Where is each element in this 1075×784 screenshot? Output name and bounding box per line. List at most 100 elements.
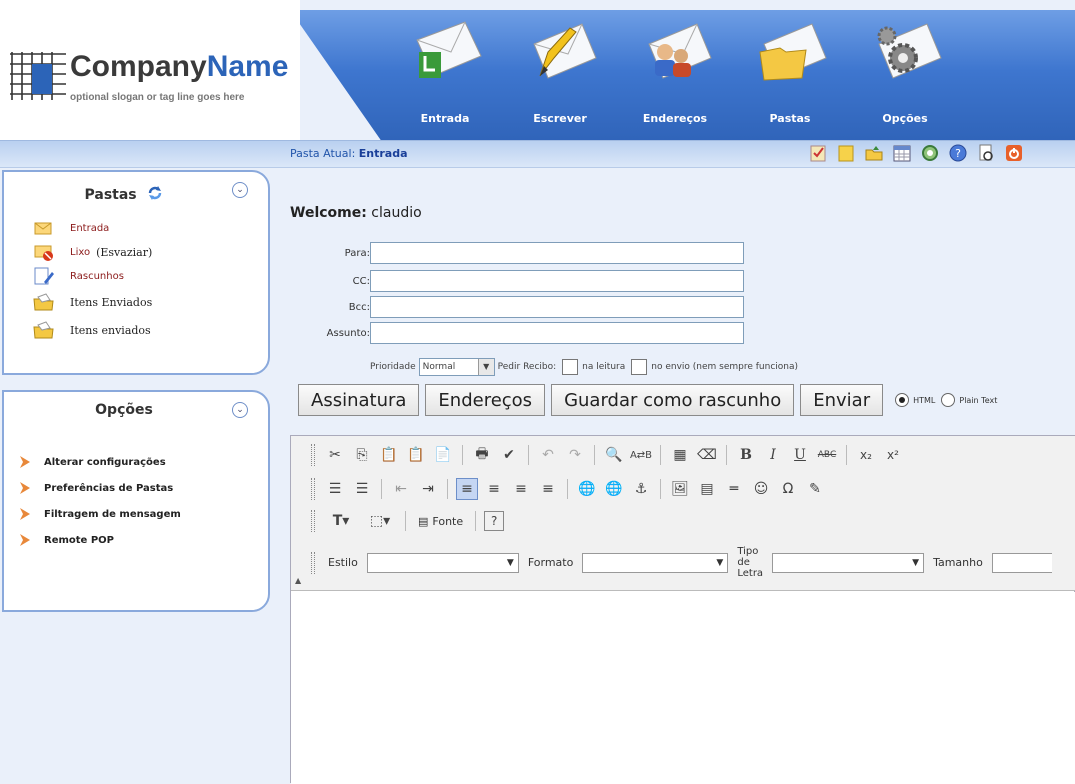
toolbar-separator <box>660 445 661 465</box>
spellcheck-icon[interactable]: ✔ <box>498 444 520 466</box>
page-break-icon[interactable]: ✎ <box>804 478 826 500</box>
toolbar-collapse-icon[interactable]: ▲ <box>295 576 301 585</box>
style-combo[interactable]: ▼ <box>366 552 519 573</box>
about-icon[interactable]: ? <box>484 511 505 531</box>
format-plain-radio[interactable] <box>941 393 956 407</box>
option-alterar-configuracoes[interactable]: Alterar configurações <box>20 456 166 468</box>
bold-icon[interactable]: B <box>735 444 757 466</box>
priority-select[interactable]: Normal ▼ <box>418 358 495 376</box>
folder-item-lixo[interactable]: Lixo (Esvaziar) <box>32 242 152 262</box>
font-combo[interactable]: ▼ <box>772 552 925 573</box>
anchor-icon[interactable]: ⚓ <box>630 478 652 500</box>
format-combo[interactable]: ▼ <box>582 552 729 573</box>
addresses-button[interactable]: Endereços <box>425 384 546 416</box>
subscript-icon[interactable]: x₂ <box>855 444 877 466</box>
help-icon[interactable]: ? <box>948 143 968 163</box>
folders-collapse-icon[interactable]: ⌄ <box>232 182 248 198</box>
empty-trash-link[interactable]: (Esvaziar) <box>96 246 152 259</box>
search-icon[interactable] <box>920 143 940 163</box>
option-remote-pop[interactable]: Remote POP <box>20 534 114 546</box>
image-icon[interactable]: 🖼 <box>669 478 691 500</box>
to-field[interactable] <box>370 242 744 264</box>
strikethrough-icon[interactable]: ABC <box>816 444 838 466</box>
signature-button[interactable]: Assinatura <box>298 384 420 416</box>
source-button[interactable]: ▤ Fonte <box>414 515 467 528</box>
receipt-send-checkbox[interactable] <box>631 359 648 375</box>
background-color-icon[interactable]: ⬚▾ <box>363 510 397 532</box>
select-all-icon[interactable]: ▦ <box>669 444 691 466</box>
table-icon[interactable]: ▤ <box>696 478 718 500</box>
bcc-field[interactable] <box>370 296 744 318</box>
refresh-icon[interactable] <box>146 184 164 202</box>
folder-label-lixo[interactable]: Lixo <box>70 247 90 258</box>
editor-body[interactable] <box>291 592 1075 784</box>
redo-icon[interactable]: ↷ <box>564 444 586 466</box>
logout-icon[interactable] <box>1004 143 1024 163</box>
cut-icon[interactable]: ✂ <box>324 444 346 466</box>
toolbar-grip[interactable] <box>311 551 315 574</box>
toolbar-grip[interactable] <box>311 444 315 466</box>
folder-label-itens-enviados[interactable]: Itens Enviados <box>70 296 152 309</box>
italic-icon[interactable]: I <box>762 444 784 466</box>
options-collapse-icon[interactable]: ⌄ <box>232 402 248 418</box>
nav-pastas[interactable]: Pastas <box>745 18 835 125</box>
send-button[interactable]: Enviar <box>800 384 884 416</box>
nav-escrever[interactable]: Escrever <box>515 18 605 125</box>
save-draft-button[interactable]: Guardar como rascunho <box>551 384 795 416</box>
link-icon[interactable]: 🌐 <box>576 478 598 500</box>
chevron-down-icon: ▼ <box>506 557 514 568</box>
folder-up-icon[interactable] <box>864 143 884 163</box>
underline-icon[interactable]: U <box>789 444 811 466</box>
option-preferencias-pastas[interactable]: Preferências de Pastas <box>20 482 173 494</box>
toolbar-grip[interactable] <box>311 478 315 500</box>
align-justify-icon[interactable]: ≡ <box>537 478 559 500</box>
receipt-read-checkbox[interactable] <box>562 359 579 375</box>
align-center-icon[interactable]: ≡ <box>483 478 505 500</box>
folder-label-rascunhos[interactable]: Rascunhos <box>70 271 124 282</box>
unlink-icon[interactable]: 🌐 <box>603 478 625 500</box>
undo-icon[interactable]: ↶ <box>537 444 559 466</box>
find-icon[interactable]: 🔍 <box>603 444 625 466</box>
cc-field[interactable] <box>370 270 744 292</box>
superscript-icon[interactable]: x² <box>882 444 904 466</box>
print-preview-icon[interactable] <box>976 143 996 163</box>
nav-enderecos[interactable]: Endereços <box>630 18 720 125</box>
folder-label-itens-enviados-2[interactable]: Itens enviados <box>70 324 151 337</box>
numbered-list-icon[interactable]: ☰ <box>324 478 346 500</box>
arrow-bullet-icon <box>20 534 30 546</box>
smiley-icon[interactable]: ☺ <box>750 478 772 500</box>
bulleted-list-icon[interactable]: ☰ <box>351 478 373 500</box>
folder-label-entrada[interactable]: Entrada <box>70 223 109 234</box>
align-left-icon[interactable]: ≡ <box>456 478 478 500</box>
notes-icon[interactable] <box>836 143 856 163</box>
paste-word-icon[interactable]: 📄 <box>432 444 454 466</box>
print-icon[interactable]: 🖶 <box>471 444 493 466</box>
indent-icon[interactable]: ⇥ <box>417 478 439 500</box>
special-char-icon[interactable]: Ω <box>777 478 799 500</box>
subject-field[interactable] <box>370 322 744 344</box>
paste-icon[interactable]: 📋 <box>378 444 400 466</box>
remove-format-icon[interactable]: ⌫ <box>696 444 718 466</box>
folder-item-itens-enviados[interactable]: Itens Enviados <box>32 292 152 312</box>
calendar-icon[interactable] <box>892 143 912 163</box>
folder-item-itens-enviados-2[interactable]: Itens enviados <box>32 320 151 340</box>
copy-icon[interactable]: ⎘ <box>351 444 373 466</box>
nav-opcoes[interactable]: Opções <box>860 18 950 125</box>
folder-item-entrada[interactable]: Entrada <box>32 218 109 238</box>
folders-envelope-icon <box>759 23 827 81</box>
align-right-icon[interactable]: ≡ <box>510 478 532 500</box>
options-title: Opções <box>95 402 153 418</box>
horizontal-rule-icon[interactable]: ═ <box>723 478 745 500</box>
format-html-radio[interactable] <box>895 393 910 407</box>
paste-text-icon[interactable]: 📋 <box>405 444 427 466</box>
outdent-icon[interactable]: ⇤ <box>390 478 412 500</box>
option-filtragem-mensagem[interactable]: Filtragem de mensagem <box>20 508 181 520</box>
toolbar-grip[interactable] <box>311 510 315 532</box>
text-color-icon[interactable]: T▾ <box>324 510 358 532</box>
size-combo[interactable] <box>991 552 1052 573</box>
replace-icon[interactable]: A⇄B <box>630 444 652 466</box>
folder-item-rascunhos[interactable]: Rascunhos <box>32 266 124 286</box>
toolbar-separator <box>381 479 382 499</box>
nav-entrada[interactable]: Entrada <box>400 18 490 125</box>
tasks-icon[interactable] <box>808 143 828 163</box>
